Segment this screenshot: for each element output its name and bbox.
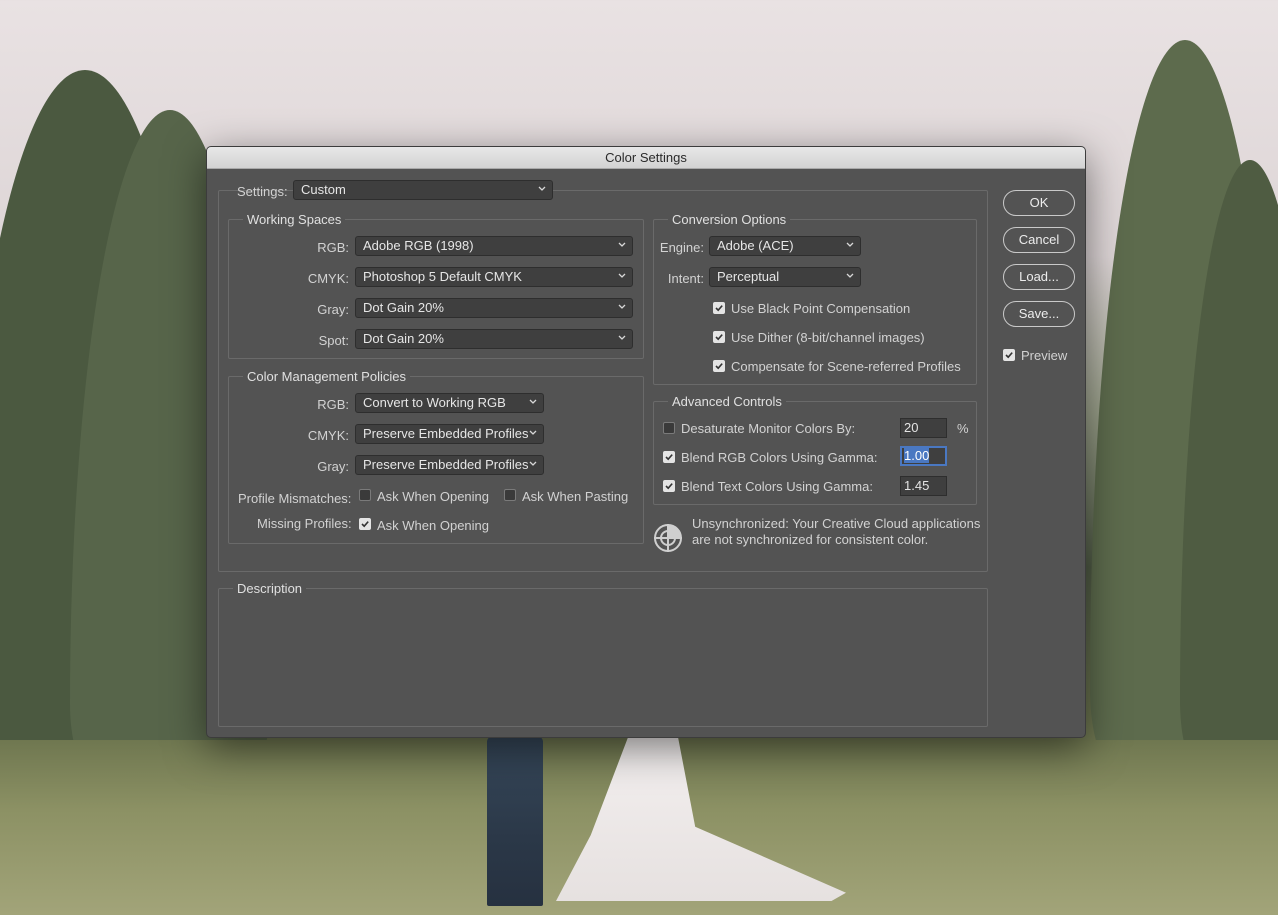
policy-cmyk-label: CMYK: bbox=[307, 428, 349, 443]
policy-rgb-value: Convert to Working RGB bbox=[363, 395, 506, 410]
ws-rgb-value: Adobe RGB (1998) bbox=[363, 238, 474, 253]
color-sync-icon bbox=[652, 522, 684, 554]
chevron-down-icon bbox=[618, 299, 628, 317]
ok-button[interactable]: OK bbox=[1003, 190, 1075, 216]
description-title: Description bbox=[233, 581, 307, 596]
settings-select[interactable]: Custom bbox=[293, 180, 553, 200]
ws-rgb-select[interactable]: Adobe RGB (1998) bbox=[355, 236, 633, 256]
working-spaces-title: Working Spaces bbox=[243, 212, 346, 227]
chevron-down-icon bbox=[618, 268, 628, 286]
intent-select[interactable]: Perceptual bbox=[709, 267, 861, 287]
ws-spot-label: Spot: bbox=[318, 333, 349, 348]
preview-label: Preview bbox=[1021, 348, 1068, 363]
policy-gray-label: Gray: bbox=[317, 459, 349, 474]
black-point-checkbox[interactable] bbox=[713, 302, 725, 314]
mismatch-ask-opening-label: Ask When Opening bbox=[377, 489, 490, 504]
description-group bbox=[218, 588, 988, 727]
chevron-down-icon bbox=[529, 394, 539, 412]
percent-unit: % bbox=[957, 421, 969, 436]
cancel-button[interactable]: Cancel bbox=[1003, 227, 1075, 253]
ws-cmyk-select[interactable]: Photoshop 5 Default CMYK bbox=[355, 267, 633, 287]
ws-gray-select[interactable]: Dot Gain 20% bbox=[355, 298, 633, 318]
missing-ask-opening-label: Ask When Opening bbox=[377, 518, 490, 533]
chevron-down-icon bbox=[618, 237, 628, 255]
chevron-down-icon bbox=[538, 181, 548, 199]
policy-rgb-select[interactable]: Convert to Working RGB bbox=[355, 393, 544, 413]
conversion-title: Conversion Options bbox=[668, 212, 791, 227]
policy-cmyk-value: Preserve Embedded Profiles bbox=[363, 426, 529, 441]
blend-text-value: 1.45 bbox=[904, 478, 930, 493]
blend-rgb-input[interactable]: 1.00 bbox=[900, 446, 947, 466]
desaturate-label: Desaturate Monitor Colors By: bbox=[681, 421, 856, 436]
desaturate-value: 20 bbox=[904, 420, 919, 435]
checkmark-icon bbox=[665, 454, 673, 461]
policies-title: Color Management Policies bbox=[243, 369, 410, 384]
engine-label: Engine: bbox=[659, 240, 704, 255]
policy-gray-value: Preserve Embedded Profiles bbox=[363, 457, 529, 472]
ws-cmyk-label: CMYK: bbox=[307, 271, 349, 286]
intent-label: Intent: bbox=[667, 271, 704, 286]
policy-cmyk-select[interactable]: Preserve Embedded Profiles bbox=[355, 424, 544, 444]
color-settings-dialog: Color Settings Settings: Custom Working … bbox=[206, 146, 1086, 738]
policy-gray-select[interactable]: Preserve Embedded Profiles bbox=[355, 455, 544, 475]
ws-gray-label: Gray: bbox=[317, 302, 349, 317]
checkmark-icon bbox=[1005, 352, 1013, 359]
desaturate-input[interactable]: 20 bbox=[900, 418, 947, 438]
ws-cmyk-value: Photoshop 5 Default CMYK bbox=[363, 269, 522, 284]
checkmark-icon bbox=[665, 483, 673, 490]
save-button[interactable]: Save... bbox=[1003, 301, 1075, 327]
ws-gray-value: Dot Gain 20% bbox=[363, 300, 444, 315]
blend-text-checkbox[interactable] bbox=[663, 480, 675, 492]
load-button[interactable]: Load... bbox=[1003, 264, 1075, 290]
groom-figure bbox=[487, 736, 543, 906]
blend-rgb-label: Blend RGB Colors Using Gamma: bbox=[681, 450, 878, 465]
chevron-down-icon bbox=[529, 425, 539, 443]
intent-value: Perceptual bbox=[717, 269, 780, 284]
policy-rgb-label: RGB: bbox=[317, 397, 349, 412]
chevron-down-icon bbox=[846, 268, 856, 286]
ws-rgb-label: RGB: bbox=[317, 240, 349, 255]
black-point-label: Use Black Point Compensation bbox=[731, 301, 911, 316]
engine-value: Adobe (ACE) bbox=[717, 238, 794, 253]
missing-profiles-label: Missing Profiles: bbox=[257, 516, 352, 531]
advanced-title: Advanced Controls bbox=[668, 394, 786, 409]
blend-text-input[interactable]: 1.45 bbox=[900, 476, 947, 496]
chevron-down-icon bbox=[846, 237, 856, 255]
dither-checkbox[interactable] bbox=[713, 331, 725, 343]
checkmark-icon bbox=[361, 521, 369, 528]
dither-label: Use Dither (8-bit/channel images) bbox=[731, 330, 925, 345]
checkmark-icon bbox=[715, 305, 723, 312]
checkmark-icon bbox=[715, 363, 723, 370]
missing-ask-opening-checkbox[interactable] bbox=[359, 518, 371, 530]
checkmark-icon bbox=[715, 334, 723, 341]
mismatch-ask-opening-checkbox[interactable] bbox=[359, 489, 371, 501]
settings-label: Settings: bbox=[237, 184, 288, 199]
blend-text-label: Blend Text Colors Using Gamma: bbox=[681, 479, 873, 494]
sync-message-line2: are not synchronized for consistent colo… bbox=[692, 532, 929, 547]
ws-spot-value: Dot Gain 20% bbox=[363, 331, 444, 346]
preview-checkbox[interactable] bbox=[1003, 349, 1015, 361]
profile-mismatches-label: Profile Mismatches: bbox=[238, 491, 352, 506]
chevron-down-icon bbox=[618, 330, 628, 348]
engine-select[interactable]: Adobe (ACE) bbox=[709, 236, 861, 256]
blend-rgb-value: 1.00 bbox=[904, 448, 930, 463]
mismatch-ask-pasting-label: Ask When Pasting bbox=[522, 489, 629, 504]
chevron-down-icon bbox=[529, 456, 539, 474]
mismatch-ask-pasting-checkbox[interactable] bbox=[504, 489, 516, 501]
blend-rgb-checkbox[interactable] bbox=[663, 451, 675, 463]
sync-message-line1: Unsynchronized: Your Creative Cloud appl… bbox=[692, 516, 981, 531]
scene-referred-label: Compensate for Scene-referred Profiles bbox=[731, 359, 961, 374]
window-title: Color Settings bbox=[207, 147, 1085, 169]
desaturate-checkbox[interactable] bbox=[663, 422, 675, 434]
ws-spot-select[interactable]: Dot Gain 20% bbox=[355, 329, 633, 349]
settings-value: Custom bbox=[301, 182, 346, 197]
scene-referred-checkbox[interactable] bbox=[713, 360, 725, 372]
